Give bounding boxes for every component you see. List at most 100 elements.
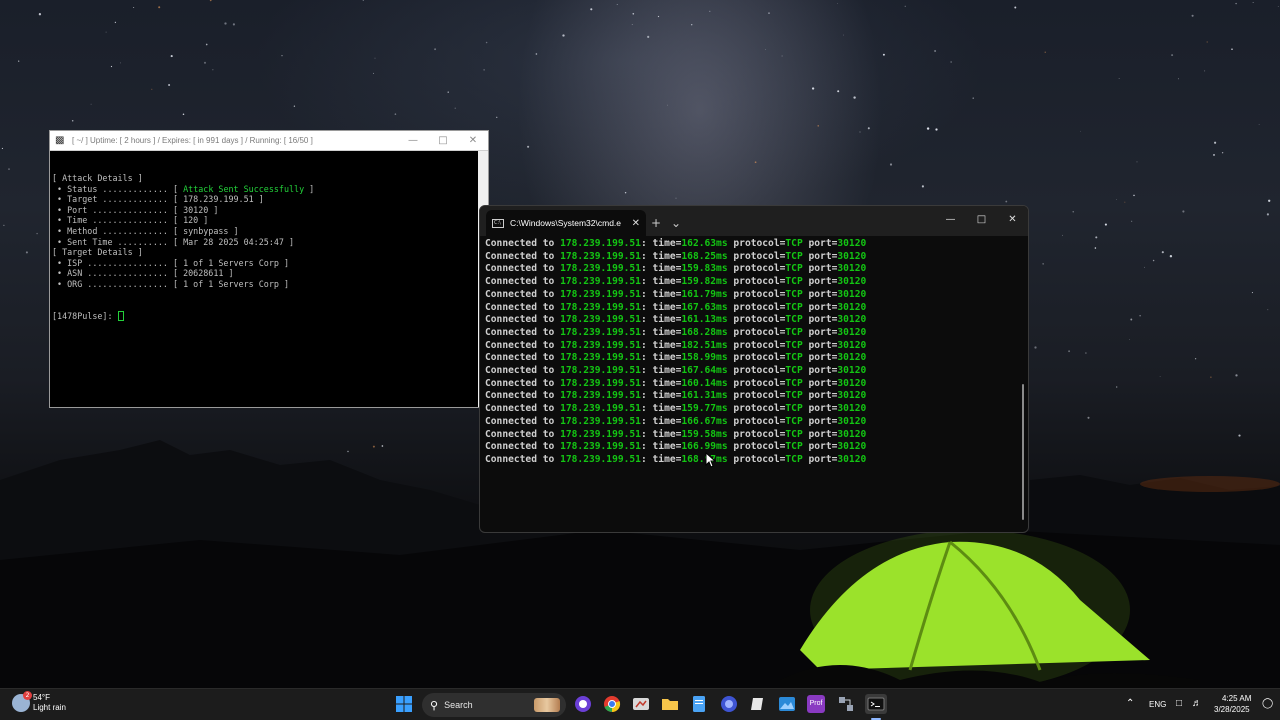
minimize-button[interactable]: — xyxy=(935,206,966,232)
star xyxy=(224,22,227,25)
putty-window[interactable]: ▩ [ ~/ ] Uptime: [ 2 hours ] / Expires: … xyxy=(49,130,489,408)
star xyxy=(853,96,856,99)
weather-widget[interactable]: 2 54°F Light rain xyxy=(12,691,66,713)
prof-icon[interactable]: Prof xyxy=(807,695,825,713)
ping-protocol: TCP xyxy=(785,390,803,402)
notification-bell-icon[interactable]: ◯ xyxy=(1262,698,1273,709)
network-tool-icon[interactable] xyxy=(837,695,855,713)
ping-ip: 178.239.199.51 xyxy=(560,288,641,300)
new-tab-button[interactable]: + xyxy=(646,216,666,230)
ping-protocol-label: protocol= xyxy=(727,365,786,377)
star xyxy=(1080,130,1081,132)
star xyxy=(1116,199,1118,200)
file-explorer-icon[interactable] xyxy=(661,695,679,713)
ping-time-label: : time= xyxy=(640,250,682,262)
star xyxy=(485,41,488,44)
chrome-icon[interactable] xyxy=(603,695,621,713)
volume-icon[interactable]: ♬ xyxy=(1192,698,1202,709)
star xyxy=(1231,48,1233,51)
prompt-line[interactable]: [1478Pulse]: xyxy=(52,310,478,322)
star xyxy=(647,35,650,38)
star xyxy=(811,87,815,90)
terminal-taskbar-button[interactable] xyxy=(865,694,887,714)
ping-time: 168.25ms xyxy=(681,250,728,262)
app-white-icon[interactable] xyxy=(749,695,767,713)
ping-port-label: port= xyxy=(802,390,838,402)
putty-terminal-output[interactable]: [ Attack Details ] • Status ............… xyxy=(52,153,478,405)
ping-port: 30120 xyxy=(837,288,867,300)
notepad-icon[interactable] xyxy=(690,695,708,713)
ping-port: 30120 xyxy=(837,326,867,338)
ping-prefix: Connected to xyxy=(485,415,561,427)
language-indicator[interactable]: ENG xyxy=(1149,700,1166,709)
ping-line: Connected to 178.239.199.51: time=167.63… xyxy=(485,302,1005,315)
putty-titlebar[interactable]: ▩ [ ~/ ] Uptime: [ 2 hours ] / Expires: … xyxy=(50,131,488,151)
ping-time: 159.77ms xyxy=(681,403,728,415)
ping-line: Connected to 178.239.199.51: time=159.58… xyxy=(485,429,1005,442)
ping-time-label: : time= xyxy=(640,238,682,249)
star xyxy=(1213,153,1215,156)
clock-date[interactable]: 3/28/2025 xyxy=(1214,705,1250,714)
terminal-line: • Sent Time .......... [ Mar 28 2025 04:… xyxy=(52,236,295,247)
star xyxy=(935,128,938,131)
ping-ip: 178.239.199.51 xyxy=(560,314,641,326)
start-icon[interactable] xyxy=(395,695,413,713)
ping-port-label: port= xyxy=(802,403,838,415)
ping-port-label: port= xyxy=(802,339,838,351)
app-blue-circle-icon[interactable] xyxy=(720,695,738,713)
tab-dropdown-button[interactable]: ⌄ xyxy=(666,216,686,230)
ping-protocol: TCP xyxy=(785,365,803,377)
maximize-button[interactable]: □ xyxy=(966,206,997,232)
star xyxy=(1130,318,1133,321)
ping-port-label: port= xyxy=(802,441,838,453)
terminal-line: • ASN ................ [ 20628611 ] xyxy=(52,268,234,279)
tab-cmd[interactable]: C:\ C:\Windows\System32\cmd.e ✕ xyxy=(486,210,646,236)
photos-icon[interactable] xyxy=(778,695,796,713)
star xyxy=(616,3,618,5)
ping-port-label: port= xyxy=(802,326,838,338)
terminal-scrollbar[interactable] xyxy=(1022,384,1024,520)
tray-overflow-chevron-icon[interactable]: ⌃ xyxy=(1126,698,1134,709)
star xyxy=(18,60,20,62)
clock-time[interactable]: 4:25 AM xyxy=(1222,694,1251,703)
ping-protocol: TCP xyxy=(785,288,803,300)
network-icon[interactable]: □ xyxy=(1176,698,1182,709)
star xyxy=(110,65,113,68)
ping-time: 166.67ms xyxy=(681,415,728,427)
star xyxy=(1221,152,1224,154)
terminal-output[interactable]: Connected to 178.239.199.51: time=162.63… xyxy=(485,238,1005,518)
close-button[interactable]: ✕ xyxy=(458,131,488,151)
ping-protocol-label: protocol= xyxy=(727,415,786,427)
cmd-window[interactable]: C:\ C:\Windows\System32\cmd.e ✕ + ⌄ — □ … xyxy=(479,205,1029,533)
star xyxy=(496,116,498,118)
star xyxy=(38,13,42,16)
tab-close-icon[interactable]: ✕ xyxy=(632,218,640,229)
ping-protocol-label: protocol= xyxy=(727,276,786,288)
ping-time-label: : time= xyxy=(640,326,682,338)
star xyxy=(562,34,565,37)
ping-time: 167.64ms xyxy=(681,365,728,377)
ping-port: 30120 xyxy=(837,263,867,275)
ping-prefix: Connected to xyxy=(485,377,561,389)
star xyxy=(90,103,92,105)
ping-ip: 178.239.199.51 xyxy=(560,238,641,249)
search-box[interactable]: ⚲ Search xyxy=(422,693,566,717)
star xyxy=(1194,358,1197,360)
maximize-button[interactable]: □ xyxy=(428,131,458,151)
star xyxy=(624,191,627,194)
star xyxy=(232,23,235,26)
search-label: Search xyxy=(444,700,473,710)
star xyxy=(119,62,121,64)
star xyxy=(667,104,668,106)
ping-ip: 178.239.199.51 xyxy=(560,453,641,465)
ping-protocol: TCP xyxy=(785,352,803,364)
ping-time: 158.99ms xyxy=(681,352,728,364)
ping-port: 30120 xyxy=(837,250,867,262)
star xyxy=(293,105,296,107)
widgets-icon[interactable] xyxy=(574,695,592,713)
ping-port: 30120 xyxy=(837,390,867,402)
close-button[interactable]: ✕ xyxy=(997,206,1028,232)
star xyxy=(105,31,107,33)
minimize-button[interactable]: — xyxy=(398,131,428,151)
screenshot-tool-icon[interactable] xyxy=(632,695,650,713)
